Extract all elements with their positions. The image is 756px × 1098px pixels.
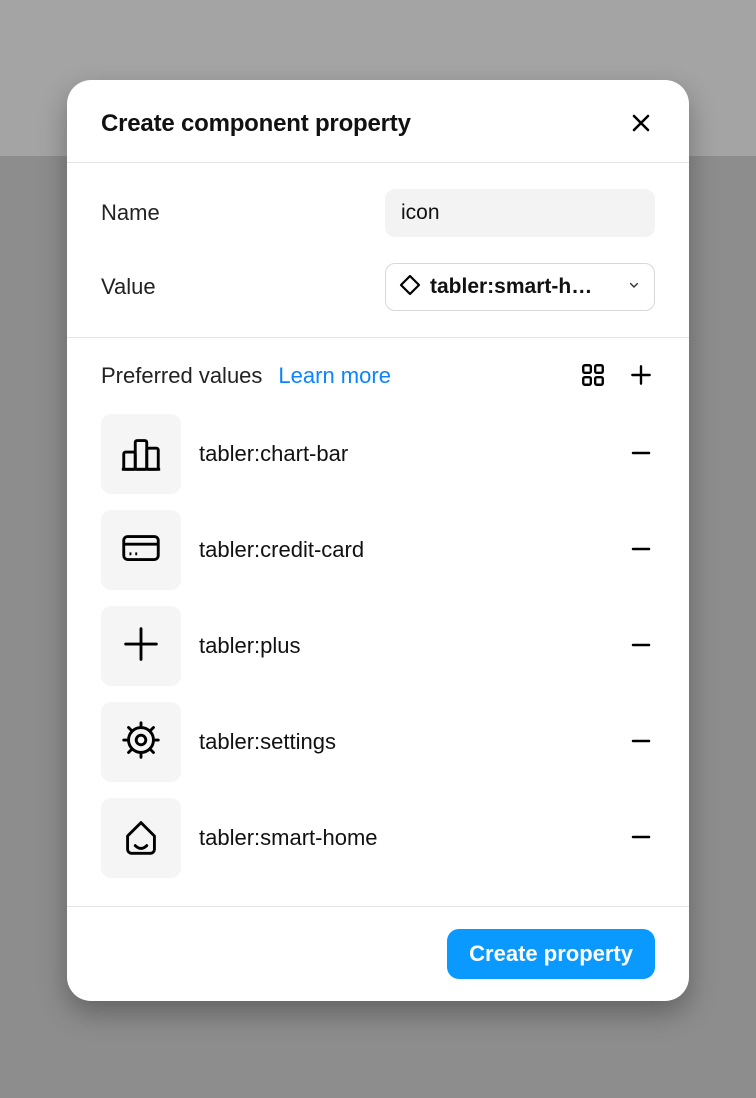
- remove-value-button[interactable]: [627, 824, 655, 852]
- preferred-value-item: tabler:chart-bar: [101, 406, 655, 502]
- preferred-value-item: tabler:plus: [101, 598, 655, 694]
- minus-icon: [629, 729, 653, 756]
- dialog-footer: Create property: [67, 906, 689, 1001]
- plus-icon: [118, 621, 164, 672]
- remove-value-button[interactable]: [627, 728, 655, 756]
- value-label: Value: [101, 274, 156, 300]
- name-label: Name: [101, 200, 160, 226]
- minus-icon: [629, 537, 653, 564]
- preferred-value-label: tabler:credit-card: [199, 537, 609, 563]
- value-field-row: Value tabler:smart-h…: [101, 263, 655, 311]
- plus-icon: [628, 362, 654, 391]
- chevron-down-icon: [626, 277, 642, 298]
- remove-value-button[interactable]: [627, 440, 655, 468]
- icon-preview: [101, 702, 181, 782]
- fields-section: Name Value tabler:smart-h…: [67, 163, 689, 337]
- create-property-button[interactable]: Create property: [447, 929, 655, 979]
- preferred-values-list: tabler:chart-bar tabler:credit-card: [67, 406, 689, 906]
- create-property-dialog: Create component property Name Value tab…: [67, 80, 689, 1001]
- preferred-values-title: Preferred values: [101, 363, 262, 389]
- dialog-backdrop: Create component property Name Value tab…: [0, 0, 756, 1098]
- preferred-values-header: Preferred values Learn more: [67, 362, 689, 390]
- remove-value-button[interactable]: [627, 632, 655, 660]
- minus-icon: [629, 441, 653, 468]
- preferred-header-actions: [579, 362, 655, 390]
- name-field-row: Name: [101, 189, 655, 237]
- settings-icon: [118, 717, 164, 768]
- chart-bar-icon: [118, 429, 164, 480]
- dialog-header: Create component property: [67, 80, 689, 163]
- smart-home-icon: [118, 813, 164, 864]
- grid-view-button[interactable]: [579, 362, 607, 390]
- minus-icon: [629, 633, 653, 660]
- add-value-button[interactable]: [627, 362, 655, 390]
- minus-icon: [629, 825, 653, 852]
- divider: [67, 337, 689, 338]
- preferred-value-label: tabler:plus: [199, 633, 609, 659]
- component-icon: [398, 273, 422, 302]
- preferred-value-item: tabler:smart-home: [101, 790, 655, 886]
- preferred-value-item: tabler:credit-card: [101, 502, 655, 598]
- value-select-text: tabler:smart-h…: [430, 275, 618, 299]
- icon-preview: [101, 510, 181, 590]
- dialog-title: Create component property: [101, 110, 411, 138]
- preferred-value-label: tabler:chart-bar: [199, 441, 609, 467]
- close-button[interactable]: [627, 110, 655, 138]
- learn-more-link[interactable]: Learn more: [278, 363, 391, 389]
- icon-preview: [101, 798, 181, 878]
- name-input[interactable]: [385, 189, 655, 237]
- remove-value-button[interactable]: [627, 536, 655, 564]
- grid-icon: [580, 362, 606, 391]
- preferred-value-label: tabler:settings: [199, 729, 609, 755]
- preferred-value-label: tabler:smart-home: [199, 825, 609, 851]
- preferred-value-item: tabler:settings: [101, 694, 655, 790]
- icon-preview: [101, 414, 181, 494]
- close-icon: [629, 111, 653, 138]
- value-select[interactable]: tabler:smart-h…: [385, 263, 655, 311]
- credit-card-icon: [118, 525, 164, 576]
- icon-preview: [101, 606, 181, 686]
